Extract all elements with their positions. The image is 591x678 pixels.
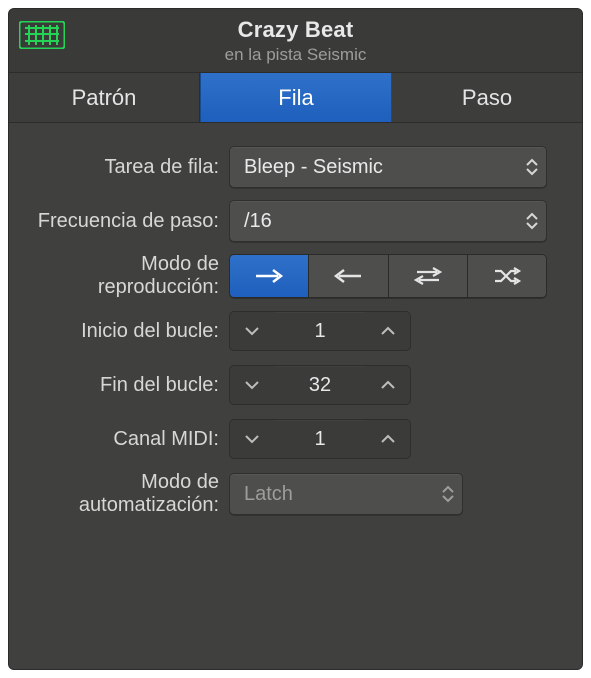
loop-start-value[interactable]: 1 [274,312,366,350]
inspector-panel: Crazy Beat en la pista Seismic Patrón Fi… [8,8,583,670]
select-row-task[interactable]: Bleep - Seismic [229,146,547,188]
arrow-pingpong-icon [413,266,443,286]
chevron-down-icon [244,380,260,390]
tab-step[interactable]: Paso [392,73,582,122]
row-play-mode: Modo de reproducción: [19,253,564,299]
content: Tarea de fila: Bleep - Seismic Frecuenci… [9,123,582,537]
loop-start-decrement-button[interactable] [230,312,274,350]
select-automation-mode[interactable]: Latch [229,473,463,515]
tab-pattern[interactable]: Patrón [9,73,200,122]
row-automation-mode: Modo de automatización: Latch [19,471,564,517]
loop-end-increment-button[interactable] [366,366,410,404]
title: Crazy Beat [17,17,574,43]
midi-channel-increment-button[interactable] [366,420,410,458]
chevron-down-icon [244,434,260,444]
stepper-midi-channel: 1 [229,419,411,459]
label-step-rate: Frecuencia de paso: [19,210,229,233]
select-step-rate[interactable]: /16 [229,200,547,242]
subtitle: en la pista Seismic [17,45,574,65]
label-row-task: Tarea de fila: [19,156,229,179]
row-loop-end: Fin del bucle: 32 [19,363,564,407]
row-loop-start: Inicio del bucle: 1 [19,309,564,353]
midi-channel-value[interactable]: 1 [274,420,366,458]
row-step-rate: Frecuencia de paso: /16 [19,199,564,243]
row-row-task: Tarea de fila: Bleep - Seismic [19,145,564,189]
tab-row[interactable]: Fila [200,73,392,122]
row-midi-channel: Canal MIDI: 1 [19,417,564,461]
chevron-down-icon [244,326,260,336]
panel-header: Crazy Beat en la pista Seismic [9,9,582,73]
arrow-right-icon [254,267,284,285]
playback-forward-button[interactable] [230,255,309,297]
select-row-task-value: Bleep - Seismic [244,156,383,179]
loop-start-increment-button[interactable] [366,312,410,350]
keyboard-icon [19,21,65,49]
stepper-loop-start: 1 [229,311,411,351]
select-step-rate-value: /16 [244,210,272,233]
loop-end-decrement-button[interactable] [230,366,274,404]
playback-backward-button[interactable] [309,255,388,297]
playback-mode-segmented [229,254,547,298]
label-midi-channel: Canal MIDI: [19,428,229,451]
playback-random-button[interactable] [468,255,546,297]
stepper-loop-end: 32 [229,365,411,405]
midi-channel-decrement-button[interactable] [230,420,274,458]
select-automation-mode-value: Latch [244,483,293,506]
chevron-up-icon [380,326,396,336]
updown-icon [526,158,538,176]
label-loop-start: Inicio del bucle: [19,320,229,343]
updown-icon [526,212,538,230]
label-automation-mode: Modo de automatización: [19,471,229,517]
arrow-shuffle-icon [492,266,522,286]
updown-icon [442,485,454,503]
arrow-left-icon [333,267,363,285]
label-loop-end: Fin del bucle: [19,374,229,397]
chevron-up-icon [380,380,396,390]
label-play-mode: Modo de reproducción: [19,253,229,299]
loop-end-value[interactable]: 32 [274,366,366,404]
tab-bar: Patrón Fila Paso [9,73,582,123]
playback-pingpong-button[interactable] [389,255,468,297]
chevron-up-icon [380,434,396,444]
